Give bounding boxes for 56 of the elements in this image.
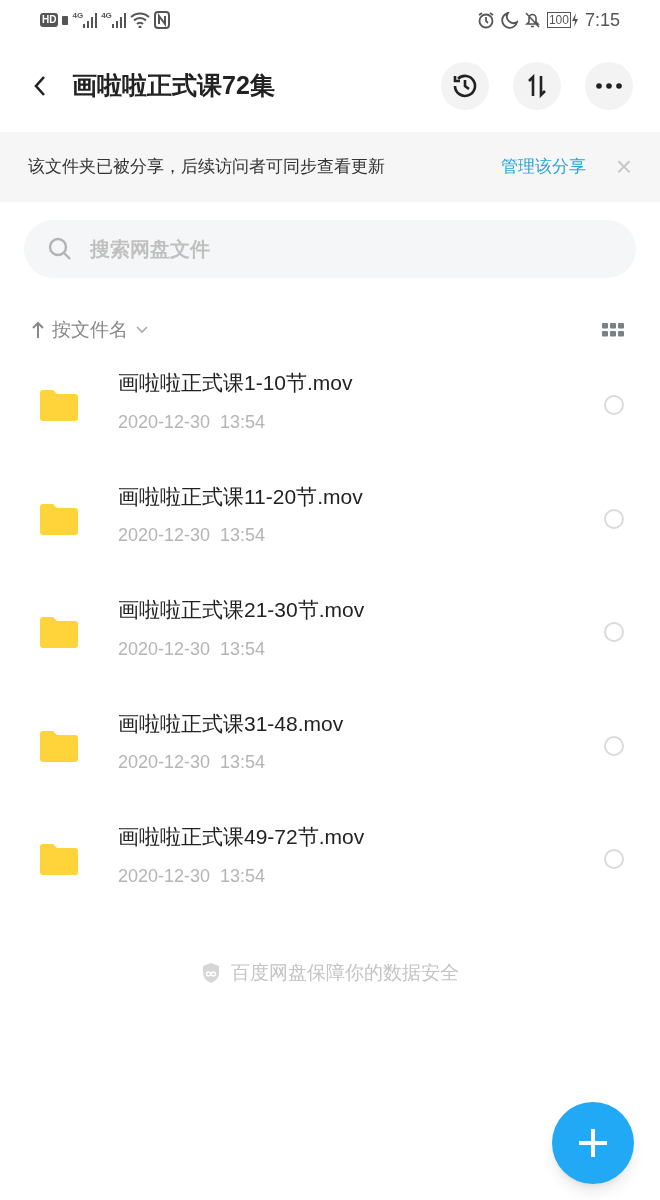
chevron-down-icon [136, 326, 148, 334]
network-label: 4G [72, 12, 84, 20]
select-checkbox[interactable] [604, 622, 624, 643]
sim-icon [62, 15, 69, 25]
select-checkbox[interactable] [604, 395, 624, 416]
file-name: 画啦啦正式课31-48.mov [118, 710, 345, 737]
file-row[interactable]: 画啦啦正式课1-10节.mov 2020-12-30 13:54 [0, 348, 660, 463]
clock-time: 7:15 [584, 8, 620, 32]
file-date: 2020-12-30 13:54 [118, 751, 267, 774]
nfc-icon [153, 11, 170, 29]
folder-icon [40, 616, 78, 649]
file-date: 2020-12-30 13:54 [118, 410, 267, 434]
file-date: 2020-12-30 13:54 [118, 524, 267, 547]
security-note: 百度网盘保障你的数据安全 [231, 960, 459, 985]
folder-icon [40, 843, 78, 876]
moon-icon [500, 11, 518, 29]
file-row[interactable]: 画啦啦正式课11-20节.mov 2020-12-30 13:54 [0, 461, 660, 576]
file-name: 画啦啦正式课49-72节.mov [118, 824, 366, 850]
file-name: 画啦啦正式课11-20节.mov [118, 483, 364, 510]
signal-icon [111, 12, 126, 28]
sort-button[interactable] [513, 62, 561, 110]
history-button[interactable] [441, 62, 489, 110]
hd-badge: HD [40, 13, 59, 27]
file-name: 画啦啦正式课21-30节.mov [118, 597, 366, 623]
wifi-icon [129, 12, 150, 28]
search-icon [48, 237, 72, 261]
grid-view-icon[interactable] [602, 323, 624, 337]
sort-by-name-button[interactable]: 按文件名 [32, 315, 148, 345]
battery-level: 100 [546, 12, 571, 28]
back-icon [33, 75, 47, 97]
alarm-icon [476, 11, 495, 29]
select-checkbox[interactable] [604, 735, 624, 756]
shield-icon [201, 961, 221, 984]
charging-icon [570, 13, 579, 27]
file-row[interactable]: 画啦啦正式课21-30节.mov 2020-12-30 13:54 [0, 575, 660, 690]
arrow-up-icon [32, 321, 44, 339]
sort-icon [526, 74, 548, 98]
share-message: 该文件夹已被分享，后续访问者可同步查看更新 [28, 156, 386, 179]
file-name: 画啦啦正式课1-10节.mov [118, 370, 354, 396]
file-date: 2020-12-30 13:54 [118, 864, 267, 888]
select-checkbox[interactable] [604, 849, 624, 870]
page-title: 画啦啦正式课72集 [72, 70, 276, 102]
more-button[interactable] [585, 62, 633, 110]
file-row[interactable]: 画啦啦正式课49-72节.mov 2020-12-30 13:54 [0, 802, 660, 917]
bell-off-icon [523, 11, 541, 29]
more-icon [596, 83, 622, 89]
plus-icon [577, 1127, 609, 1159]
folder-icon [40, 502, 78, 535]
signal-icon [83, 12, 98, 28]
network-label: 4G [101, 12, 112, 20]
file-row[interactable]: 画啦啦正式课31-48.mov 2020-12-30 13:54 [0, 688, 660, 803]
file-date: 2020-12-30 13:54 [118, 637, 267, 661]
folder-icon [40, 729, 78, 762]
select-checkbox[interactable] [604, 508, 624, 529]
history-icon [451, 72, 479, 100]
folder-icon [40, 389, 78, 422]
